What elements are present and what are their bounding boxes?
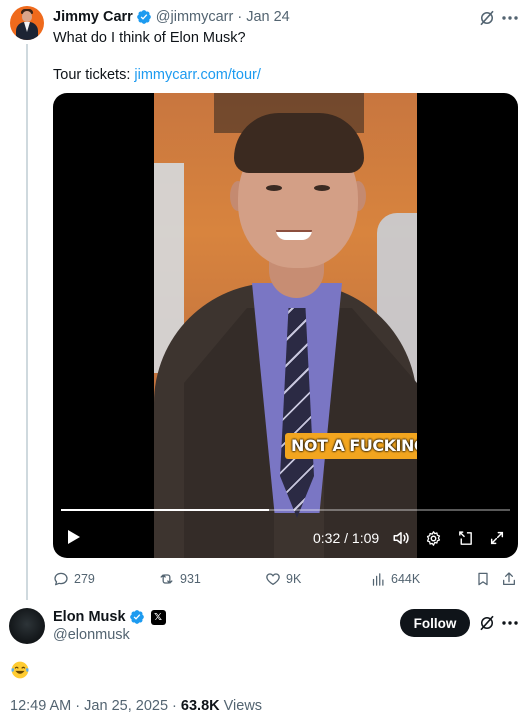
reply-author-handle[interactable]: @elonmusk: [53, 627, 130, 643]
repost-icon: [160, 574, 173, 584]
grok-icon[interactable]: [478, 614, 496, 632]
reply-action[interactable]: 279: [53, 570, 95, 588]
tour-link[interactable]: jimmycarr.com/tour/: [134, 67, 261, 83]
tour-label: Tour tickets:: [53, 67, 135, 83]
author-name[interactable]: Jimmy Carr: [53, 9, 133, 25]
repost-action[interactable]: 931: [158, 570, 201, 588]
video-time: 0:32 / 1:09: [313, 530, 379, 546]
reply-header: Elon Musk 𝕏: [53, 609, 166, 625]
reply-meta: 12:49 AM · Jan 25, 2025 · 63.8K Views: [10, 698, 262, 714]
views-action[interactable]: 644K: [371, 570, 420, 588]
verified-badge-icon: [129, 610, 144, 624]
reply-date[interactable]: Jan 25, 2025: [84, 698, 168, 714]
bookmark-icon[interactable]: [475, 570, 496, 588]
reply-icon: [54, 572, 68, 586]
video-controls: 0:32 / 1:09: [53, 521, 518, 555]
fullscreen-icon[interactable]: [487, 528, 507, 548]
author-handle[interactable]: @jimmycarr: [156, 9, 234, 25]
elon-musk-avatar[interactable]: [9, 608, 45, 644]
analytics-icon: [372, 572, 384, 586]
video-caption: NOT A FUCKING NAZI.: [285, 433, 417, 459]
tweet-actions: 279 931 9K 644K: [53, 570, 518, 588]
date-separator: ·: [237, 9, 243, 25]
video-player[interactable]: NOT A FUCKING NAZI. 0:32 / 1:09: [53, 93, 518, 558]
reply-time[interactable]: 12:49 AM: [10, 698, 71, 714]
video-frame[interactable]: NOT A FUCKING NAZI.: [154, 93, 417, 558]
tour-line: Tour tickets: jimmycarr.com/tour/: [53, 66, 503, 85]
jimmy-carr-avatar[interactable]: [10, 6, 44, 40]
time-separator: /: [340, 530, 352, 546]
play-icon[interactable]: [65, 528, 83, 546]
tweet-date[interactable]: Jan 24: [246, 9, 290, 25]
verified-badge-icon: [136, 10, 151, 24]
tweet-header: Jimmy Carr @jimmycarr · Jan 24: [53, 8, 290, 26]
reply-views-count: 63.8K: [180, 698, 220, 714]
follow-button[interactable]: Follow: [400, 609, 470, 637]
tweet-text: What do I think of Elon Musk? Tour ticke…: [53, 29, 503, 85]
repost-count: 931: [180, 572, 201, 586]
reply-views-label: Views: [219, 698, 263, 714]
meta-separator: ·: [71, 698, 85, 714]
reply-count: 279: [74, 572, 95, 586]
heart-icon: [266, 573, 280, 585]
thread-line: [26, 44, 28, 600]
tweet-text-line: What do I think of Elon Musk?: [53, 30, 246, 46]
settings-gear-icon[interactable]: [423, 528, 443, 548]
volume-icon[interactable]: [391, 528, 411, 548]
x-affiliate-badge[interactable]: 𝕏: [150, 609, 166, 625]
more-options-icon[interactable]: [500, 614, 520, 632]
face-with-tears-of-joy-icon: [11, 661, 29, 679]
like-action[interactable]: 9K: [265, 570, 301, 588]
picture-in-picture-icon[interactable]: [455, 528, 475, 548]
more-options-icon[interactable]: [500, 9, 520, 27]
reply-author-name[interactable]: Elon Musk: [53, 609, 126, 625]
share-icon[interactable]: [501, 570, 522, 588]
video-progress-fill: [61, 509, 270, 511]
video-progress-bar[interactable]: [61, 509, 510, 511]
grok-icon[interactable]: [478, 9, 496, 27]
duration: 1:09: [351, 530, 380, 546]
current-time: 0:32: [313, 530, 341, 546]
meta-separator: ·: [168, 698, 181, 714]
like-count: 9K: [286, 572, 302, 586]
views-count: 644K: [391, 572, 421, 586]
